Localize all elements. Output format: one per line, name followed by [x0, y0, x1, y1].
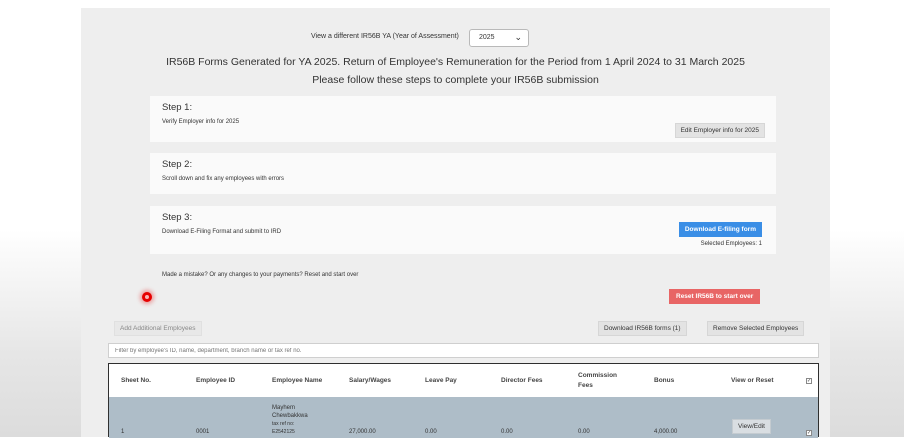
- row-select-checkbox[interactable]: ✓: [806, 430, 812, 436]
- view-edit-button[interactable]: View/Edit: [732, 419, 771, 434]
- cell-employee-id: 0001: [196, 429, 210, 435]
- ya-select-value: 2025: [479, 34, 495, 41]
- col-view-or-reset: View or Reset: [731, 377, 774, 384]
- selected-employees-count: Selected Employees: 1: [700, 241, 762, 247]
- cell-director-fees: 0.00: [501, 429, 513, 435]
- cursor-indicator: [142, 292, 152, 302]
- ya-selector-row: View a different IR56B YA (Year of Asses…: [81, 29, 830, 49]
- col-commission-fees: Commission Fees: [578, 372, 618, 389]
- ya-selector-label: View a different IR56B YA (Year of Asses…: [311, 33, 459, 40]
- ya-select[interactable]: 2025 ⌄: [469, 29, 529, 47]
- step-3-card: Step 3: Download E-Filing Format and sub…: [150, 206, 776, 254]
- cell-leave-pay: 0.00: [425, 429, 437, 435]
- reset-ir56b-button[interactable]: Reset IR56B to start over: [669, 289, 761, 304]
- cell-sheet-no: 1: [121, 429, 125, 435]
- employee-first-name: Mayhem: [272, 405, 296, 411]
- remove-selected-employees-button[interactable]: Remove Selected Employees: [707, 321, 805, 336]
- col-salary-wages: Salary/Wages: [349, 377, 392, 384]
- download-ir56b-forms-button[interactable]: Download IR56B forms (1): [598, 321, 687, 336]
- page-subtitle: Please follow these steps to complete yo…: [312, 74, 599, 86]
- col-leave-pay: Leave Pay: [425, 377, 457, 384]
- step-2-description: Scroll down and fix any employees with e…: [162, 176, 285, 182]
- table-row[interactable]: 1 0001 Mayhem Chewbakkwa tax ref no: E25…: [109, 397, 818, 438]
- table-header: Sheet No. Employee ID Employee Name Sala…: [109, 364, 818, 397]
- col-bonus: Bonus: [654, 377, 675, 384]
- col-sheet-no: Sheet No.: [121, 377, 151, 384]
- cell-bonus: 4,000.00: [654, 429, 678, 435]
- reset-info-text: Made a mistake? Or any changes to your p…: [162, 272, 359, 278]
- step-3-title: Step 3:: [162, 212, 193, 223]
- add-additional-employees-button[interactable]: Add Additional Employees: [114, 321, 202, 336]
- col-employee-id: Employee ID: [196, 377, 236, 384]
- tax-ref-label: tax ref no:: [272, 421, 295, 427]
- step-1-title: Step 1:: [162, 102, 193, 113]
- employees-table: Sheet No. Employee ID Employee Name Sala…: [108, 363, 819, 438]
- step-1-description: Verify Employer info for 2025: [162, 119, 240, 125]
- employee-last-name: Chewbakkwa: [272, 413, 308, 419]
- chevron-down-icon: ⌄: [514, 32, 522, 42]
- col-director-fees: Director Fees: [501, 377, 543, 384]
- tax-ref-value: E2542125: [272, 429, 295, 435]
- download-efiling-button[interactable]: Download E-filing form: [678, 222, 762, 237]
- step-2-card: Step 2: Scroll down and fix any employee…: [150, 153, 776, 194]
- cell-commission: 0.00: [578, 429, 590, 435]
- step-2-title: Step 2:: [162, 159, 193, 170]
- edit-employer-info-button[interactable]: Edit Employer info for 2025: [674, 123, 765, 138]
- employee-filter-input[interactable]: [108, 343, 819, 358]
- cell-salary: 27,000.00: [349, 429, 376, 435]
- col-employee-name: Employee Name: [272, 377, 323, 384]
- page-title: IR56B Forms Generated for YA 2025. Retur…: [166, 56, 745, 68]
- step-1-card: Step 1: Verify Employer info for 2025 Ed…: [150, 96, 776, 142]
- step-3-description: Download E-Filing Format and submit to I…: [162, 229, 282, 235]
- select-all-checkbox[interactable]: ✓: [806, 378, 812, 384]
- cell-employee-name: Mayhem Chewbakkwa tax ref no: E2542125: [272, 404, 308, 436]
